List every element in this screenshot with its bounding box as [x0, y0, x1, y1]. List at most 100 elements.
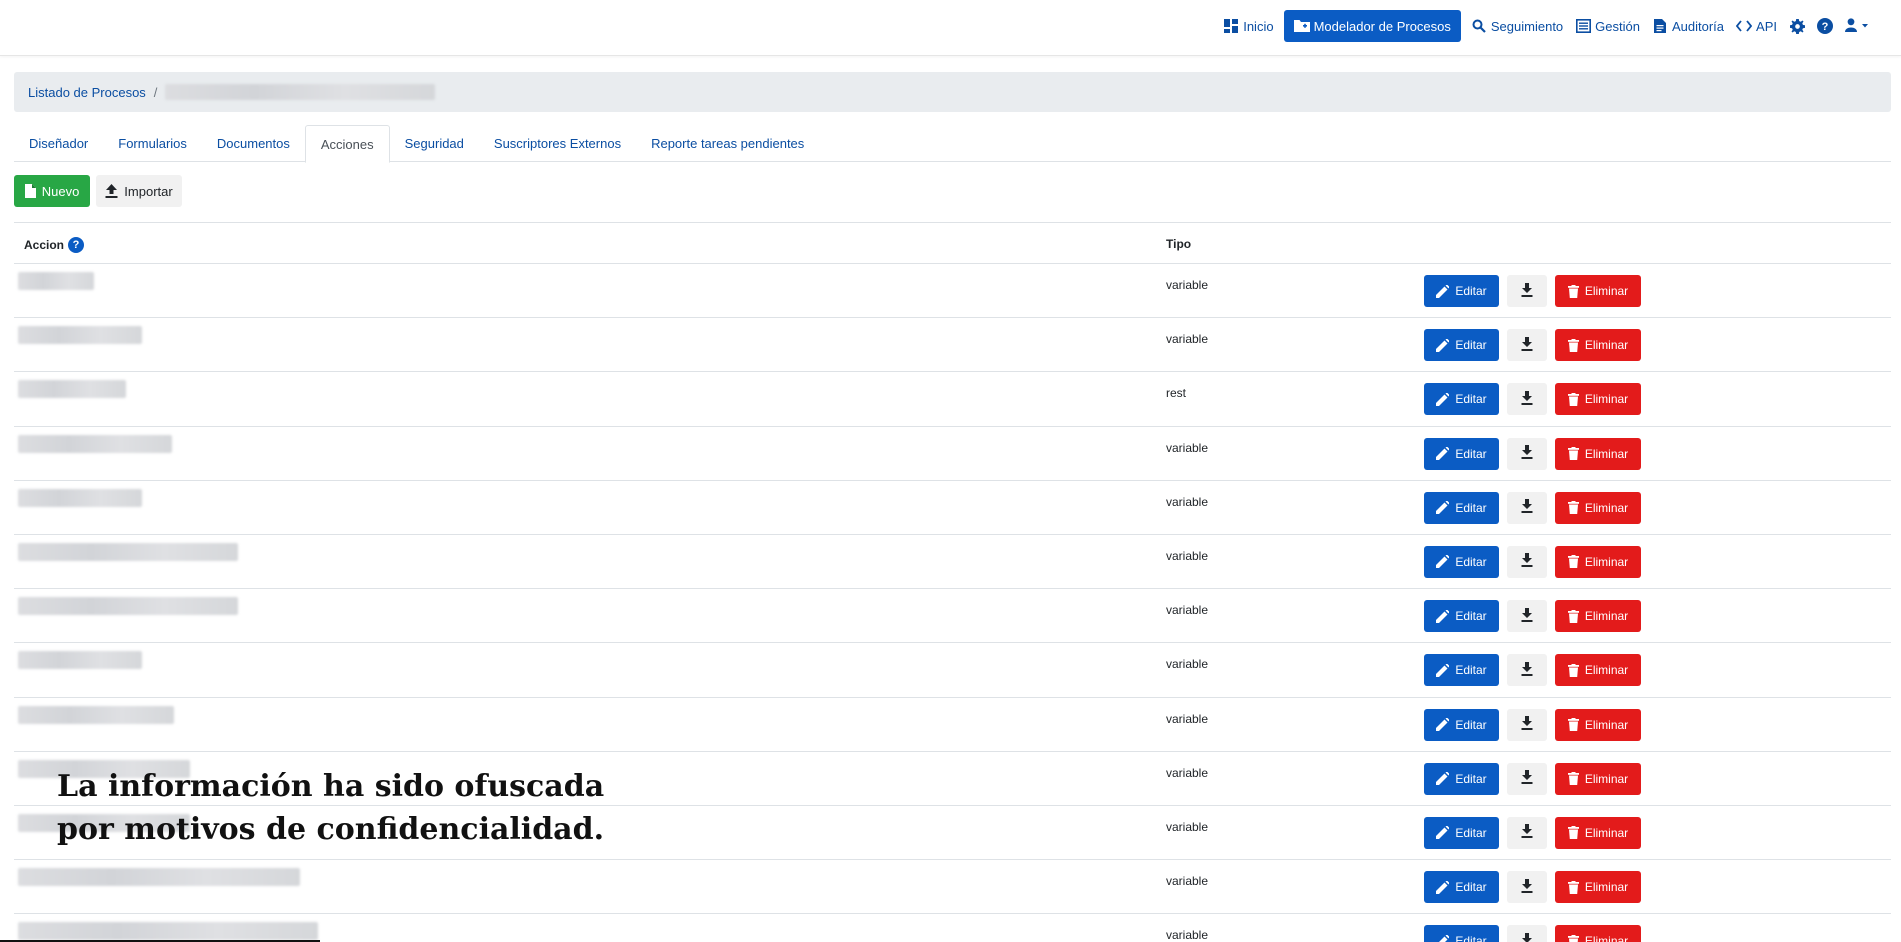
- trash-icon: [1567, 826, 1579, 840]
- tab-seguridad[interactable]: Seguridad: [390, 125, 479, 162]
- tipo-cell: variable: [1166, 711, 1209, 726]
- edit-button[interactable]: Editar: [1424, 275, 1499, 307]
- download-icon: [1521, 661, 1533, 679]
- download-button[interactable]: [1507, 600, 1547, 633]
- delete-button[interactable]: Eliminar: [1555, 491, 1641, 524]
- edit-button[interactable]: Editar: [1424, 708, 1499, 741]
- row-actions: Editar Eliminar: [1424, 654, 1641, 687]
- nav-modelador[interactable]: Modelador de Procesos: [1283, 10, 1461, 42]
- breadcrumb-root-link[interactable]: Listado de Procesos: [28, 85, 146, 100]
- download-button[interactable]: [1507, 816, 1547, 849]
- folder-plus-icon: [1293, 18, 1310, 34]
- import-button[interactable]: Importar: [96, 175, 182, 207]
- tipo-cell: variable: [1166, 332, 1209, 347]
- download-button[interactable]: [1507, 275, 1547, 307]
- download-button[interactable]: [1507, 383, 1547, 416]
- watermark-line-2: por motivos de confidencialidad.: [57, 812, 605, 847]
- trash-icon: [1567, 392, 1579, 406]
- delete-button-label: Eliminar: [1584, 500, 1629, 515]
- nav-auditoria[interactable]: Auditoría: [1646, 10, 1730, 42]
- download-button[interactable]: [1507, 925, 1547, 942]
- breadcrumb: Listado de Procesos /: [14, 72, 1891, 112]
- user-menu[interactable]: [1839, 10, 1875, 42]
- new-button[interactable]: Nuevo: [14, 175, 90, 207]
- edit-button[interactable]: Editar: [1424, 925, 1499, 942]
- help-icon[interactable]: ?: [68, 237, 85, 253]
- pencil-icon: [1436, 392, 1450, 406]
- import-button-label: Importar: [124, 183, 173, 199]
- delete-button[interactable]: Eliminar: [1555, 600, 1641, 633]
- row-actions: Editar Eliminar: [1424, 491, 1641, 524]
- file-icon: [24, 184, 36, 198]
- delete-button[interactable]: Eliminar: [1555, 762, 1641, 795]
- table-row: variable Editar Eliminar: [14, 914, 1891, 942]
- download-button[interactable]: [1507, 545, 1547, 578]
- accion-cell-obscured: [18, 542, 238, 564]
- gear-icon[interactable]: [1783, 10, 1811, 42]
- edit-button[interactable]: Editar: [1424, 437, 1499, 470]
- download-button[interactable]: [1507, 437, 1547, 470]
- tab-formularios[interactable]: Formularios: [103, 125, 202, 162]
- edit-button[interactable]: Editar: [1424, 491, 1499, 524]
- download-button[interactable]: [1507, 329, 1547, 362]
- trash-icon: [1567, 447, 1579, 461]
- nav-inicio[interactable]: Inicio: [1217, 10, 1279, 42]
- delete-button[interactable]: Eliminar: [1555, 925, 1641, 942]
- tab-disenador[interactable]: Diseñador: [14, 125, 103, 162]
- accion-cell-obscured: [18, 705, 174, 727]
- pencil-icon: [1436, 772, 1450, 786]
- download-icon: [1521, 824, 1533, 841]
- watermark-line-1: La información ha sido ofuscada: [57, 769, 605, 804]
- accion-cell-obscured: [18, 380, 126, 401]
- edit-button-label: Editar: [1455, 554, 1487, 569]
- download-button[interactable]: [1507, 871, 1547, 904]
- delete-button[interactable]: Eliminar: [1555, 708, 1641, 741]
- process-tabs: Diseñador Formularios Documentos Accione…: [14, 125, 1891, 163]
- pencil-icon: [1436, 934, 1450, 942]
- row-actions: Editar Eliminar: [1424, 816, 1641, 849]
- delete-button-label: Eliminar: [1584, 609, 1629, 624]
- user-icon: [1845, 17, 1869, 35]
- delete-button[interactable]: Eliminar: [1555, 383, 1641, 416]
- edit-button[interactable]: Editar: [1424, 816, 1499, 849]
- help-icon[interactable]: ?: [1811, 10, 1839, 42]
- edit-button[interactable]: Editar: [1424, 600, 1499, 633]
- confidentiality-watermark: La información ha sido ofuscada por moti…: [57, 765, 604, 851]
- nav-seguimiento[interactable]: Seguimiento: [1465, 10, 1569, 42]
- tab-suscriptores-externos[interactable]: Suscriptores Externos: [479, 125, 636, 162]
- tab-reporte-tareas-pendientes[interactable]: Reporte tareas pendientes: [636, 125, 819, 162]
- edit-button-label: Editar: [1455, 717, 1487, 732]
- download-button[interactable]: [1507, 491, 1547, 524]
- edit-button[interactable]: Editar: [1424, 545, 1499, 578]
- delete-button[interactable]: Eliminar: [1555, 329, 1641, 362]
- delete-button[interactable]: Eliminar: [1555, 275, 1641, 307]
- nav-gestion[interactable]: Gestión: [1569, 10, 1646, 42]
- column-header-tipo: Tipo: [1166, 237, 1192, 251]
- trash-icon: [1567, 501, 1579, 515]
- nav-api[interactable]: API: [1730, 10, 1783, 42]
- delete-button[interactable]: Eliminar: [1555, 545, 1641, 578]
- pencil-icon: [1436, 826, 1450, 840]
- delete-button[interactable]: Eliminar: [1555, 437, 1641, 470]
- accion-cell-obscured: [18, 272, 94, 293]
- edit-button-label: Editar: [1455, 771, 1487, 786]
- tipo-cell: variable: [1166, 874, 1209, 889]
- edit-button[interactable]: Editar: [1424, 654, 1499, 687]
- edit-button[interactable]: Editar: [1424, 762, 1499, 795]
- delete-button-label: Eliminar: [1584, 446, 1629, 461]
- table-row: variable Editar Eliminar: [14, 589, 1891, 644]
- edit-button[interactable]: Editar: [1424, 383, 1499, 416]
- delete-button[interactable]: Eliminar: [1555, 871, 1641, 904]
- edit-button[interactable]: Editar: [1424, 329, 1499, 362]
- edit-button-label: Editar: [1455, 663, 1487, 678]
- table-row: variable Editar Eliminar: [14, 643, 1891, 698]
- download-button[interactable]: [1507, 654, 1547, 687]
- tab-acciones[interactable]: Acciones: [304, 125, 390, 163]
- download-button[interactable]: [1507, 708, 1547, 741]
- edit-button[interactable]: Editar: [1424, 871, 1499, 904]
- download-button[interactable]: [1507, 762, 1547, 795]
- delete-button[interactable]: Eliminar: [1555, 654, 1641, 687]
- tab-documentos[interactable]: Documentos: [202, 125, 305, 162]
- delete-button[interactable]: Eliminar: [1555, 816, 1641, 849]
- column-header-accion-label: Accion: [24, 238, 65, 252]
